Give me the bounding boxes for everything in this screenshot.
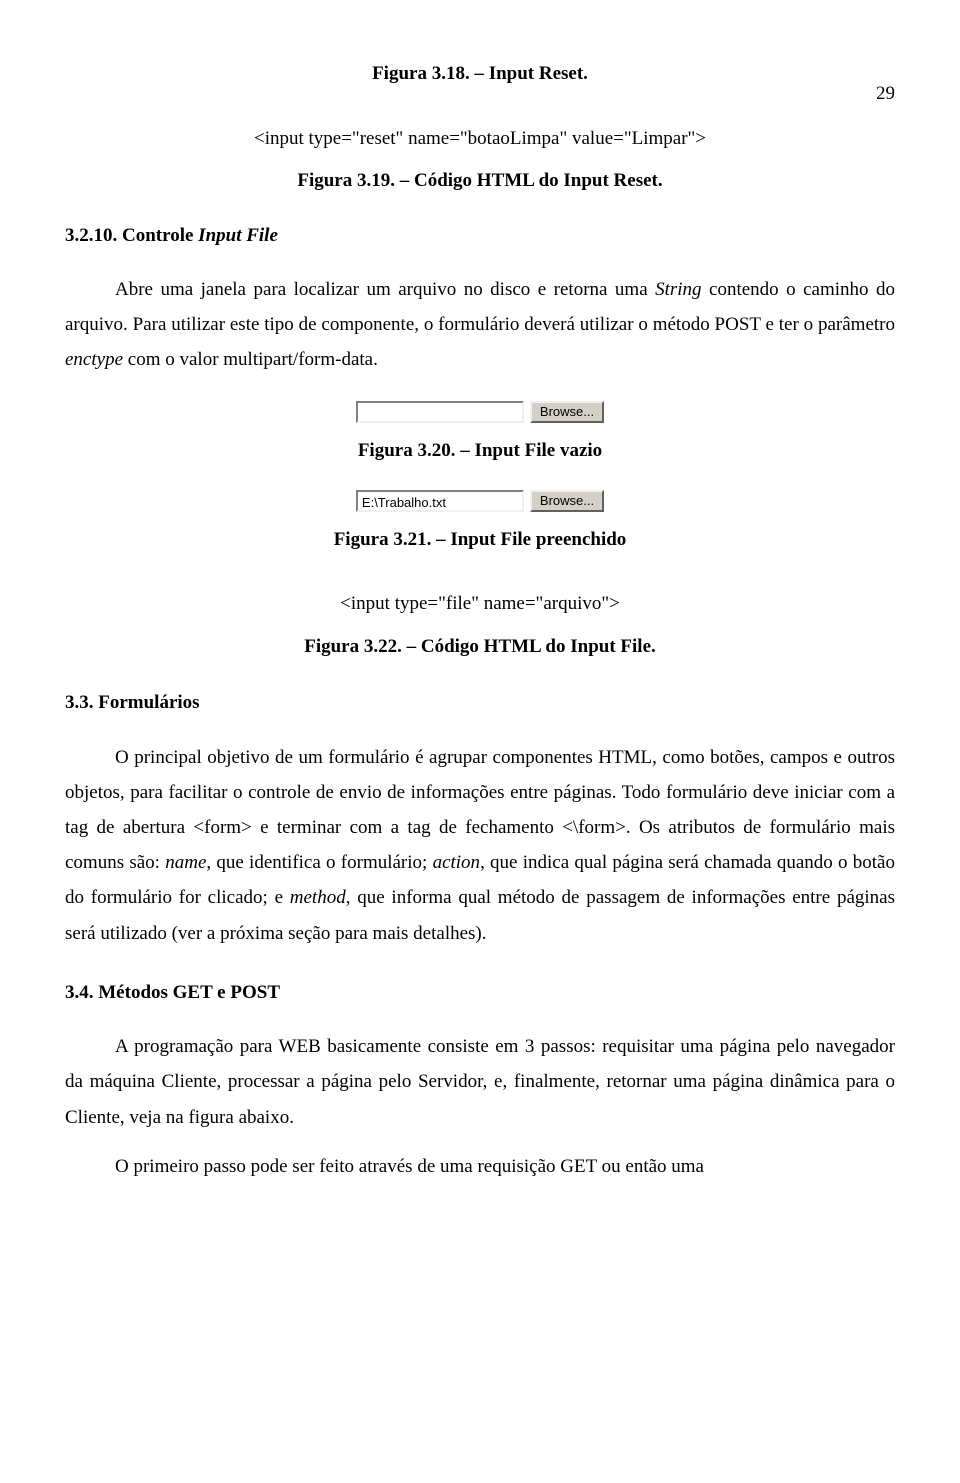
section-title-italic: Input File xyxy=(198,225,278,246)
figure-caption-321: Figura 3.21. – Input File preenchido xyxy=(65,526,895,555)
paragraph-formularios: O principal objetivo de um formulário é … xyxy=(65,740,895,951)
section-3-3-heading: 3.3. Formulários xyxy=(65,689,895,718)
file-input-filled[interactable]: E:\Trabalho.txt xyxy=(356,490,524,512)
code-snippet-file: <input type="file" name="arquivo"> xyxy=(65,590,895,619)
file-widget-filled: E:\Trabalho.txt Browse... xyxy=(65,490,895,512)
file-widget-empty: Browse... xyxy=(65,401,895,423)
page-number: 29 xyxy=(876,80,895,109)
file-input-empty[interactable] xyxy=(356,401,524,423)
section-3-2-10-heading: 3.2.10. Controle Input File xyxy=(65,222,895,251)
italic-action: action xyxy=(433,852,481,873)
figure-caption-320: Figura 3.20. – Input File vazio xyxy=(65,437,895,466)
italic-name: name xyxy=(165,852,206,873)
browse-button[interactable]: Browse... xyxy=(530,490,604,512)
italic-string: String xyxy=(655,279,701,300)
paragraph-getpost-1: A programação para WEB basicamente consi… xyxy=(65,1029,895,1134)
code-snippet-reset: <input type="reset" name="botaoLimpa" va… xyxy=(65,125,895,154)
italic-enctype: enctype xyxy=(65,349,123,370)
section-number: 3.2.10. Controle xyxy=(65,225,198,246)
section-3-4-heading: 3.4. Métodos GET e POST xyxy=(65,979,895,1008)
figure-caption-319: Figura 3.19. – Código HTML do Input Rese… xyxy=(65,167,895,196)
figure-caption-322: Figura 3.22. – Código HTML do Input File… xyxy=(65,633,895,662)
paragraph-getpost-2: O primeiro passo pode ser feito através … xyxy=(65,1149,895,1184)
browse-button[interactable]: Browse... xyxy=(530,401,604,423)
figure-caption-318: Figura 3.18. – Input Reset. xyxy=(65,60,895,89)
paragraph-input-file: Abre uma janela para localizar um arquiv… xyxy=(65,272,895,377)
italic-method: method xyxy=(290,887,346,908)
